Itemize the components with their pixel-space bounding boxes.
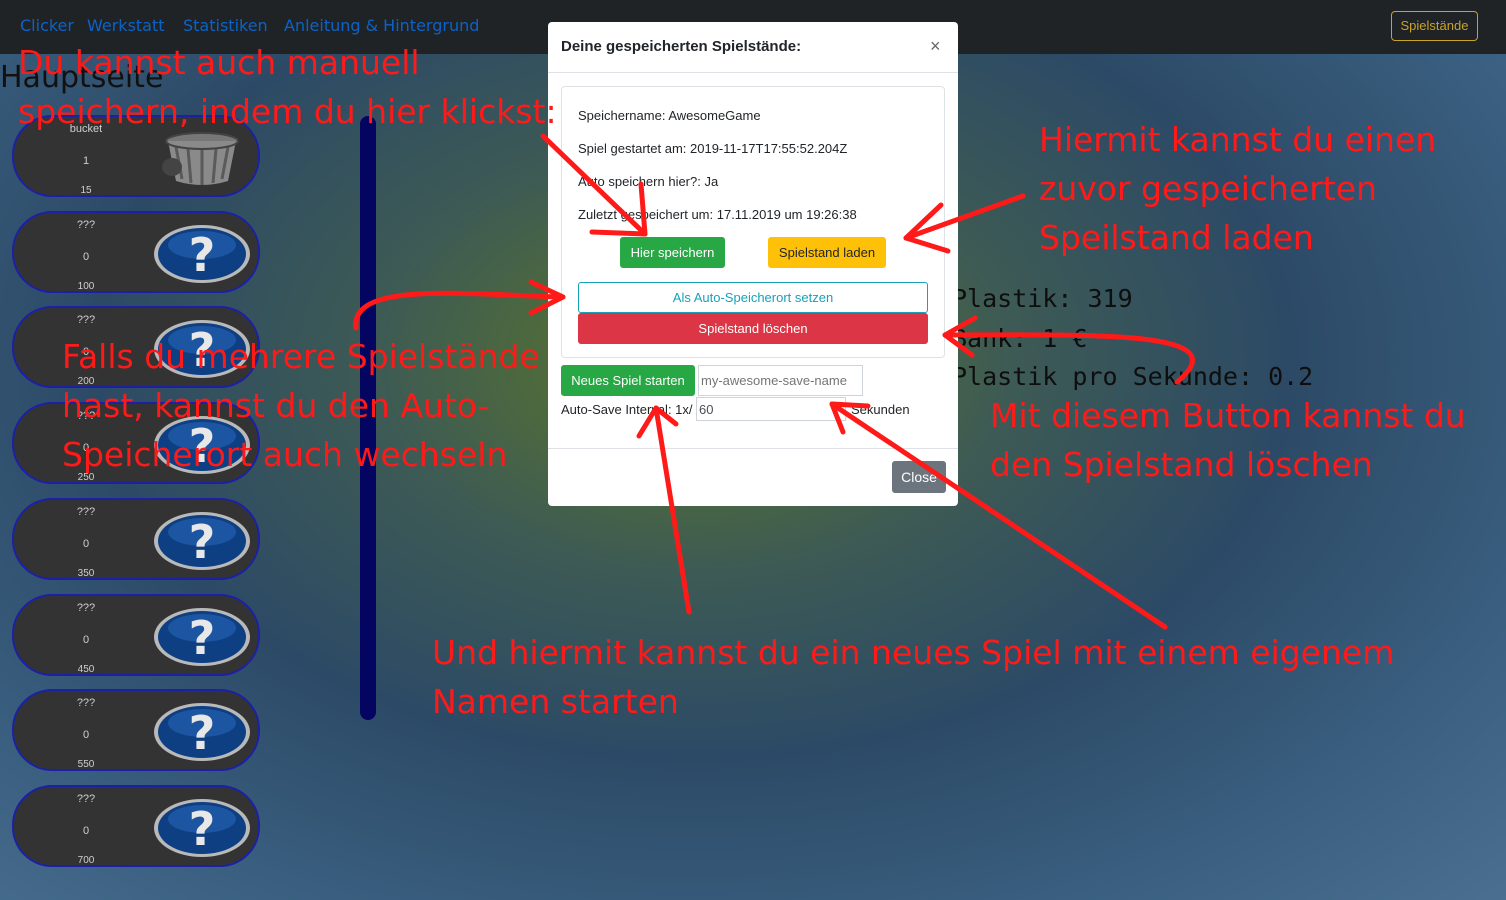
question-icon: ? (152, 223, 252, 285)
question-icon: ? (152, 701, 252, 763)
modal-title: Deine gespeicherten Spielstände: (561, 38, 802, 55)
stat-bank: Bank: 1 € (952, 324, 1088, 353)
annotation-line: Falls du mehrere Spielstände (62, 337, 540, 376)
upgrade-cost: 100 (77, 281, 95, 292)
upgrade-card[interactable]: ??? 0 350? (12, 498, 260, 580)
annotation-line: hast, kannst du den Auto- (62, 386, 490, 425)
upgrade-count: 0 (82, 729, 90, 741)
upgrade-card[interactable]: ??? 0 450? (12, 594, 260, 676)
upgrade-cost: 550 (77, 759, 95, 770)
save-slot-card: Speichername: AwesomeGame Spiel gestarte… (561, 86, 945, 358)
upgrade-cost: 350 (77, 568, 95, 579)
saves-button[interactable]: Spielstände (1391, 11, 1478, 41)
svg-text:?: ? (189, 228, 216, 282)
svg-text:?: ? (189, 611, 216, 665)
upgrade-cost: 450 (77, 664, 95, 675)
annotation-line: speichern, indem du hier klickst: (18, 92, 557, 131)
upgrade-name: ??? (76, 697, 96, 709)
annotation-line: Speilstand laden (1039, 218, 1314, 257)
save-started: Spiel gestartet am: 2019-11-17T17:55:52.… (578, 141, 848, 156)
nav-link-clicker[interactable]: Clicker (20, 16, 74, 35)
annotation-delete: Mit diesem Button kannst du den Spielsta… (990, 391, 1466, 489)
annotation-line: den Spielstand löschen (990, 445, 1373, 484)
upgrade-name: ??? (76, 219, 96, 231)
upgrade-cost: 15 (80, 185, 92, 196)
modal-footer-divider (548, 448, 958, 449)
question-icon: ? (152, 797, 252, 859)
arrow-to-set-auto (353, 290, 566, 331)
upgrade-card[interactable]: ??? 0 100? (12, 211, 260, 293)
stat-plastik: Plastik: 319 (952, 284, 1133, 313)
annotation-line: Und hiermit kannst du ein neues Spiel mi… (432, 633, 1395, 672)
upgrade-name: ??? (76, 793, 96, 805)
close-button[interactable]: Close (892, 461, 946, 493)
set-auto-save-button[interactable]: Als Auto-Speicherort setzen (578, 282, 928, 313)
svg-text:?: ? (189, 802, 216, 856)
save-name: Speichername: AwesomeGame (578, 108, 761, 123)
seconds-label: Sekunden (851, 402, 910, 417)
stat-plastik-per-second: Plastik pro Sekunde: 0.2 (952, 362, 1314, 391)
annotation-load: Hiermit kannst du einen zuvor gespeicher… (1039, 115, 1436, 262)
nav-link-werkstatt[interactable]: Werkstatt (87, 16, 165, 35)
annotation-new-game: Und hiermit kannst du ein neues Spiel mi… (432, 628, 1394, 726)
upgrade-count: 0 (82, 251, 90, 263)
annotation-manual-save: Du kannst auch manuell speichern, indem … (18, 38, 557, 136)
nav-link-statistiken[interactable]: Statistiken (183, 16, 268, 35)
annotation-line: zuvor gespeicherten (1039, 169, 1377, 208)
auto-save-interval-label: Auto-Save Interval: 1x/ (561, 402, 693, 417)
upgrade-card[interactable]: ??? 0 700? (12, 785, 260, 867)
saves-modal: Deine gespeicherten Spielstände: × Speic… (548, 22, 958, 506)
upgrade-name: ??? (76, 602, 96, 614)
delete-save-button[interactable]: Spielstand löschen (578, 313, 928, 344)
annotation-line: Hiermit kannst du einen (1039, 120, 1437, 159)
svg-text:?: ? (189, 515, 216, 569)
bucket-icon (152, 127, 252, 189)
question-icon: ? (152, 510, 252, 572)
svg-text:?: ? (189, 706, 216, 760)
annotation-switch-auto: Falls du mehrere Spielstände hast, kanns… (62, 332, 540, 479)
auto-save-interval-input[interactable] (696, 397, 846, 421)
modal-header: Deine gespeicherten Spielstände: × (548, 22, 958, 73)
annotation-line: Speicherort auch wechseln (62, 435, 508, 474)
annotation-line: Namen starten (432, 682, 679, 721)
annotation-line: Mit diesem Button kannst du (990, 396, 1466, 435)
annotation-line: Du kannst auch manuell (18, 43, 420, 82)
upgrade-count: 0 (82, 634, 90, 646)
new-game-button[interactable]: Neues Spiel starten (561, 365, 695, 396)
upgrade-name: ??? (76, 506, 96, 518)
question-icon: ? (152, 606, 252, 668)
upgrade-card[interactable]: ??? 0 550? (12, 689, 260, 771)
upgrade-count: 1 (82, 155, 90, 167)
upgrade-count: 0 (82, 538, 90, 550)
load-save-button[interactable]: Spielstand laden (768, 237, 886, 268)
save-here-button[interactable]: Hier speichern (620, 237, 725, 268)
close-icon[interactable]: × (930, 36, 941, 57)
upgrade-cost: 700 (77, 855, 95, 866)
save-auto-here: Auto speichern hier?: Ja (578, 174, 719, 189)
new-game-name-input[interactable] (698, 365, 863, 396)
save-last-saved: Zuletzt gespeichert um: 17.11.2019 um 19… (578, 207, 857, 222)
upgrade-name: ??? (76, 314, 96, 326)
upgrade-count: 0 (82, 825, 90, 837)
nav-link-anleitung[interactable]: Anleitung & Hintergrund (284, 16, 479, 35)
